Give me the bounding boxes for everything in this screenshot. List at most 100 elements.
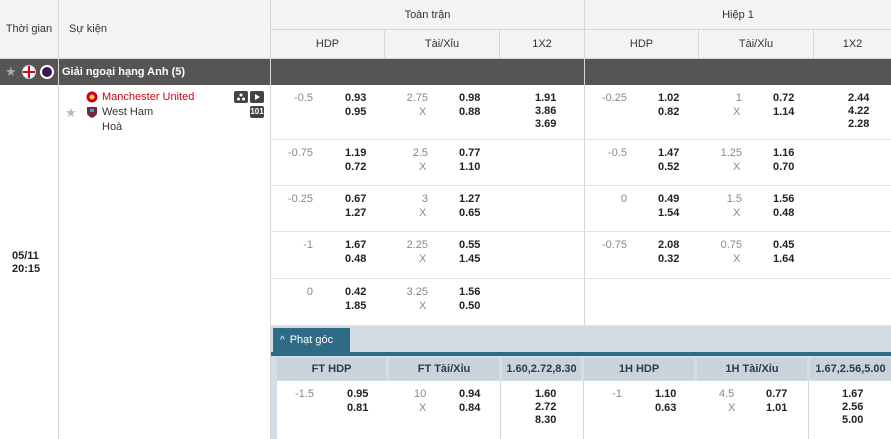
h1-hdp-line: 0 bbox=[620, 193, 627, 205]
corner-h1-1x2-odds[interactable]: 2.56 bbox=[842, 400, 863, 414]
league-bar[interactable]: ★ Giải ngoại hạng Anh (5) bbox=[0, 59, 891, 85]
ft-hdp-home-odds[interactable]: 0.42 bbox=[345, 285, 366, 299]
home-team-name[interactable]: Manchester United bbox=[102, 91, 194, 103]
match-time: 20:15 bbox=[12, 263, 41, 275]
h1-ou-over-odds[interactable]: 0.45 bbox=[773, 238, 794, 252]
corner-h1-taixiu-header: 1H Tài/Xỉu bbox=[697, 358, 807, 380]
ft-1x2-odds[interactable]: 3.69 bbox=[535, 117, 556, 131]
corner-h1-hdp-away[interactable]: 0.63 bbox=[655, 401, 676, 415]
england-flag-icon bbox=[22, 65, 36, 79]
h1-hdp-home-odds[interactable]: 0.49 bbox=[658, 192, 679, 206]
corner-ft-1x2-odds[interactable]: 1.60 bbox=[535, 387, 556, 401]
ft-hdp-line: -0.5 bbox=[294, 92, 313, 104]
h1-ou-over-odds[interactable]: 1.16 bbox=[773, 146, 794, 160]
corner-tab-label: Phạt góc bbox=[289, 334, 334, 346]
match-favorite-star-icon[interactable]: ★ bbox=[65, 105, 77, 121]
corner-tab[interactable]: ^ Phạt góc bbox=[273, 328, 350, 352]
corner-ft-hdp-away[interactable]: 0.81 bbox=[347, 401, 368, 415]
ft-hdp-home-odds[interactable]: 0.67 bbox=[345, 192, 366, 206]
corner-odds-row bbox=[277, 381, 891, 439]
ft-ou-under-odds[interactable]: 1.10 bbox=[459, 160, 480, 174]
corner-h1-1x2-odds[interactable]: 5.00 bbox=[842, 413, 863, 427]
h1-hdp-away-odds[interactable]: 1.54 bbox=[658, 206, 679, 220]
h1-1x2-odds[interactable]: 4.22 bbox=[848, 104, 869, 118]
ft-hdp-away-odds[interactable]: 1.27 bbox=[345, 206, 366, 220]
away-team-name[interactable]: West Ham bbox=[102, 106, 153, 118]
h1-1x2-odds[interactable]: 2.44 bbox=[848, 91, 869, 105]
h1-ou-under-odds[interactable]: 1.64 bbox=[773, 252, 794, 266]
corner-h1-hdp-header: 1H HDP bbox=[584, 358, 694, 380]
h1-1x2-header: 1X2 bbox=[814, 30, 891, 58]
corner-h1-ou-over[interactable]: 0.77 bbox=[766, 387, 787, 401]
ft-hdp-away-odds[interactable]: 0.48 bbox=[345, 252, 366, 266]
corner-h1-1x2-odds[interactable]: 1.67 bbox=[842, 387, 863, 401]
corner-h1-hdp-home[interactable]: 1.10 bbox=[655, 387, 676, 401]
ft-ou-line: 3.25 bbox=[406, 286, 428, 298]
draw-label: Hoà bbox=[102, 121, 123, 133]
corner-ft-1x2-header: 1.60,2.72,8.30 bbox=[502, 358, 581, 380]
ft-ou-under-odds[interactable]: 0.65 bbox=[459, 206, 480, 220]
corner-ft-1x2-odds[interactable]: 2.72 bbox=[535, 400, 556, 414]
corner-ft-1x2-odds[interactable]: 8.30 bbox=[535, 413, 556, 427]
ft-1x2-odds[interactable]: 3.86 bbox=[535, 104, 556, 118]
ft-hdp-home-odds[interactable]: 1.19 bbox=[345, 146, 366, 160]
h1-ou-under-odds[interactable]: 0.70 bbox=[773, 160, 794, 174]
h1-ou-line: 1 bbox=[735, 92, 742, 104]
ft-ou-over-odds[interactable]: 0.77 bbox=[459, 146, 480, 160]
full-match-header: Toàn trận bbox=[271, 0, 584, 29]
ft-hdp-away-odds[interactable]: 0.72 bbox=[345, 160, 366, 174]
ft-hdp-home-odds[interactable]: 1.67 bbox=[345, 238, 366, 252]
h1-hdp-away-odds[interactable]: 0.52 bbox=[658, 160, 679, 174]
h1-ou-under-label: X bbox=[733, 161, 741, 173]
league-name[interactable]: Giải ngoại hạng Anh (5) bbox=[62, 66, 185, 78]
ft-ou-over-odds[interactable]: 1.27 bbox=[459, 192, 480, 206]
col-event-header: Sự kiện bbox=[59, 0, 270, 58]
ft-hdp-home-odds[interactable]: 0.93 bbox=[345, 91, 366, 105]
ft-ou-over-odds[interactable]: 0.98 bbox=[459, 91, 480, 105]
h1-ou-over-odds[interactable]: 1.56 bbox=[773, 192, 794, 206]
favorite-star-icon[interactable]: ★ bbox=[5, 64, 17, 80]
corner-h1-ou-line: 4.5 bbox=[719, 388, 735, 400]
h1-ou-line: 0.75 bbox=[720, 239, 742, 251]
corner-h1-ou-under-label: X bbox=[728, 402, 736, 414]
corner-ft-hdp-header: FT HDP bbox=[277, 358, 386, 380]
h1-hdp-header: HDP bbox=[585, 30, 698, 58]
corner-ft-ou-over[interactable]: 0.94 bbox=[459, 387, 480, 401]
corner-ft-ou-under-label: X bbox=[419, 402, 427, 414]
ft-ou-over-odds[interactable]: 0.55 bbox=[459, 238, 480, 252]
h1-hdp-home-odds[interactable]: 2.08 bbox=[658, 238, 679, 252]
more-markets-icon[interactable]: 101 bbox=[250, 106, 264, 118]
corner-h1-ou-under[interactable]: 1.01 bbox=[766, 401, 787, 415]
corner-ft-ou-line: 10 bbox=[414, 388, 427, 400]
ft-ou-under-odds[interactable]: 0.88 bbox=[459, 105, 480, 119]
corner-ft-ou-under[interactable]: 0.84 bbox=[459, 401, 480, 415]
ft-ou-under-odds[interactable]: 0.50 bbox=[459, 299, 480, 313]
ft-ou-line: 2.5 bbox=[412, 147, 428, 159]
ft-1x2-odds[interactable]: 1.91 bbox=[535, 91, 556, 105]
ft-hdp-away-odds[interactable]: 1.85 bbox=[345, 299, 366, 313]
h1-1x2-odds[interactable]: 2.28 bbox=[848, 117, 869, 131]
h1-hdp-home-odds[interactable]: 1.02 bbox=[658, 91, 679, 105]
h1-hdp-away-odds[interactable]: 0.82 bbox=[658, 105, 679, 119]
ft-ou-line: 3 bbox=[421, 193, 428, 205]
corner-ft-hdp-home[interactable]: 0.95 bbox=[347, 387, 368, 401]
half1-header: Hiệp 1 bbox=[585, 0, 891, 29]
ft-hdp-line: -0.25 bbox=[287, 193, 313, 205]
h1-ou-over-odds[interactable]: 0.72 bbox=[773, 91, 794, 105]
ft-ou-over-odds[interactable]: 1.56 bbox=[459, 285, 480, 299]
ft-hdp-away-odds[interactable]: 0.95 bbox=[345, 105, 366, 119]
h1-ou-under-odds[interactable]: 0.48 bbox=[773, 206, 794, 220]
h1-hdp-away-odds[interactable]: 0.32 bbox=[658, 252, 679, 266]
man-utd-crest-icon bbox=[86, 91, 98, 103]
corner-h1-hdp-line: -1 bbox=[612, 388, 622, 400]
ft-ou-under-label: X bbox=[419, 207, 427, 219]
h1-hdp-home-odds[interactable]: 1.47 bbox=[658, 146, 679, 160]
h1-hdp-line: -0.5 bbox=[608, 147, 627, 159]
ft-ou-under-label: X bbox=[419, 300, 427, 312]
ft-ou-under-odds[interactable]: 1.45 bbox=[459, 252, 480, 266]
live-stream-icon[interactable] bbox=[250, 91, 264, 103]
premier-league-icon bbox=[40, 65, 54, 79]
ft-ou-under-label: X bbox=[419, 106, 427, 118]
h1-ou-under-odds[interactable]: 1.14 bbox=[773, 105, 794, 119]
stats-icon[interactable] bbox=[234, 91, 248, 103]
